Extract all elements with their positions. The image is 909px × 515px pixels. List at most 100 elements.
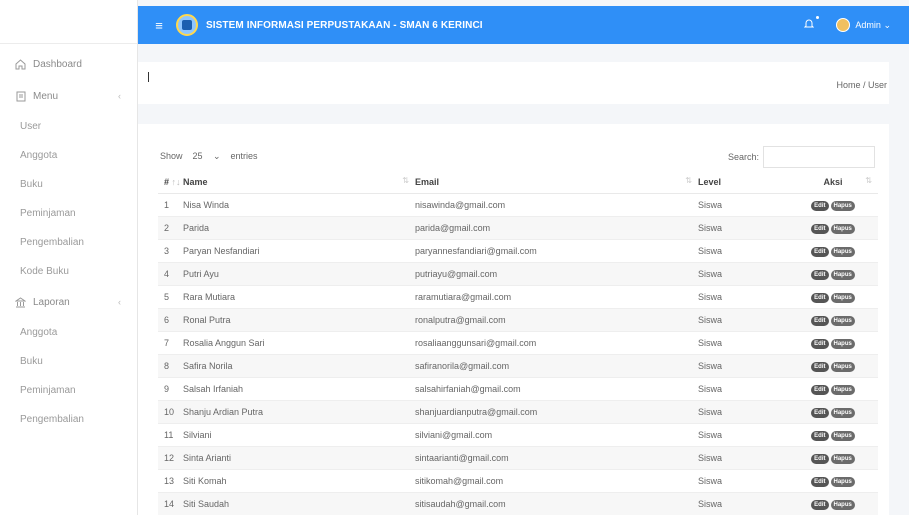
row-level: Siswa bbox=[698, 193, 788, 217]
table-row: 3 Paryan Nesfandiari paryannesfandiari@gma… bbox=[158, 239, 878, 263]
table-row: 14 Siti Saudah sitisaudah@gmail.com Siswa Ed… bbox=[158, 492, 878, 515]
row-name: Sinta Arianti bbox=[183, 446, 415, 470]
sidebar-subitem-kode-buku[interactable]: Kode Buku bbox=[0, 257, 137, 286]
edit-button[interactable]: Edit bbox=[811, 476, 829, 487]
chevron-down-icon: ⌄ bbox=[883, 19, 891, 30]
sidebar-item-label: Dashboard bbox=[33, 58, 82, 70]
table-row: 10 Shanju Ardian Putra shanjuardianputra@g… bbox=[158, 400, 878, 424]
row-actions: Edit Hapus bbox=[788, 354, 878, 378]
entries-select[interactable]: 25 ⌄ bbox=[189, 148, 225, 164]
column-header-level[interactable]: Level bbox=[698, 171, 788, 194]
delete-button[interactable]: Hapus bbox=[830, 223, 855, 234]
row-email: parida@gmail.com bbox=[415, 216, 698, 240]
sidebar-subitem-pengembalian[interactable]: Pengembalian bbox=[0, 228, 137, 257]
sidebar-subitem-laporan-buku[interactable]: Buku bbox=[0, 347, 137, 376]
delete-button[interactable]: Hapus bbox=[830, 269, 855, 280]
sidebar-item-label: Menu bbox=[33, 90, 59, 102]
edit-button[interactable]: Edit bbox=[811, 315, 829, 326]
sidebar-item-dashboard[interactable]: Dashboard bbox=[0, 48, 137, 80]
row-number: 1 bbox=[158, 193, 183, 217]
edit-button[interactable]: Edit bbox=[811, 407, 829, 418]
sidebar-item-menu[interactable]: Menu ‹ bbox=[0, 80, 137, 112]
column-header-aksi[interactable]: Aksi ⇅ bbox=[788, 171, 878, 194]
delete-button[interactable]: Hapus bbox=[830, 292, 855, 303]
sort-icon: ⇅ bbox=[685, 176, 692, 185]
sidebar-subitem-laporan-pengembalian[interactable]: Pengembalian bbox=[0, 405, 137, 434]
column-header-email[interactable]: Email ⇅ bbox=[415, 171, 698, 194]
text-cursor bbox=[148, 72, 149, 82]
delete-button[interactable]: Hapus bbox=[830, 200, 855, 211]
row-number: 3 bbox=[158, 239, 183, 263]
user-menu[interactable]: Admin ⌄ bbox=[855, 20, 891, 31]
row-actions: Edit Hapus bbox=[788, 377, 878, 401]
edit-button[interactable]: Edit bbox=[811, 292, 829, 303]
row-email: rosaliaanggunsari@gmail.com bbox=[415, 331, 698, 355]
sidebar-brand bbox=[0, 0, 137, 44]
delete-button[interactable]: Hapus bbox=[830, 338, 855, 349]
row-name: Nisa Winda bbox=[183, 193, 415, 217]
sidebar-subitem-peminjaman[interactable]: Peminjaman bbox=[0, 199, 137, 228]
sidebar-subitem-buku[interactable]: Buku bbox=[0, 170, 137, 199]
delete-button[interactable]: Hapus bbox=[830, 384, 855, 395]
row-level: Siswa bbox=[698, 216, 788, 240]
table-row: 11 Silviani silviani@gmail.com Siswa Edit Hap… bbox=[158, 423, 878, 447]
table-header-row: # ↑↓ Name ⇅ Email ⇅ Level Aksi ⇅ bbox=[158, 171, 878, 194]
sidebar-item-laporan[interactable]: Laporan ‹ bbox=[0, 286, 137, 318]
row-email: sitikomah@gmail.com bbox=[415, 469, 698, 493]
row-number: 6 bbox=[158, 308, 183, 332]
delete-button[interactable]: Hapus bbox=[830, 453, 855, 464]
edit-button[interactable]: Edit bbox=[811, 246, 829, 257]
sidebar-subitem-laporan-anggota[interactable]: Anggota bbox=[0, 318, 137, 347]
user-name: Admin bbox=[855, 19, 881, 30]
column-header-name[interactable]: Name ⇅ bbox=[183, 171, 415, 194]
breadcrumb[interactable]: Home / User bbox=[836, 80, 887, 90]
edit-button[interactable]: Edit bbox=[811, 338, 829, 349]
row-number: 13 bbox=[158, 469, 183, 493]
row-actions: Edit Hapus bbox=[788, 262, 878, 286]
table-row: 9 Salsah Irfaniah salsahirfaniah@gmail.com… bbox=[158, 377, 878, 401]
delete-button[interactable]: Hapus bbox=[830, 407, 855, 418]
search-input[interactable] bbox=[763, 146, 875, 168]
sidebar-item-label: Laporan bbox=[33, 296, 70, 308]
edit-button[interactable]: Edit bbox=[811, 384, 829, 395]
row-actions: Edit Hapus bbox=[788, 193, 878, 217]
row-name: Ronal Putra bbox=[183, 308, 415, 332]
hamburger-icon[interactable]: ≡ bbox=[148, 18, 170, 33]
delete-button[interactable]: Hapus bbox=[830, 476, 855, 487]
sidebar-subitem-laporan-peminjaman[interactable]: Peminjaman bbox=[0, 376, 137, 405]
home-icon bbox=[14, 58, 27, 71]
row-actions: Edit Hapus bbox=[788, 285, 878, 309]
row-actions: Edit Hapus bbox=[788, 216, 878, 240]
column-header-number[interactable]: # ↑↓ bbox=[158, 171, 183, 194]
sort-icon: ⇅ bbox=[865, 176, 872, 185]
sidebar-subitem-user[interactable]: User bbox=[0, 112, 137, 141]
edit-button[interactable]: Edit bbox=[811, 499, 829, 510]
row-number: 9 bbox=[158, 377, 183, 401]
edit-button[interactable]: Edit bbox=[811, 200, 829, 211]
edit-button[interactable]: Edit bbox=[811, 269, 829, 280]
delete-button[interactable]: Hapus bbox=[830, 430, 855, 441]
bell-icon[interactable] bbox=[804, 16, 820, 32]
chevron-left-icon: ‹ bbox=[118, 91, 121, 101]
row-level: Siswa bbox=[698, 423, 788, 447]
edit-button[interactable]: Edit bbox=[811, 430, 829, 441]
edit-button[interactable]: Edit bbox=[811, 223, 829, 234]
row-name: Siti Komah bbox=[183, 469, 415, 493]
top-navbar: ≡ SISTEM INFORMASI PERPUSTAKAAN - SMAN 6… bbox=[138, 6, 909, 44]
edit-button[interactable]: Edit bbox=[811, 453, 829, 464]
row-number: 14 bbox=[158, 492, 183, 515]
row-name: Silviani bbox=[183, 423, 415, 447]
sidebar-subitem-anggota[interactable]: Anggota bbox=[0, 141, 137, 170]
row-name: Siti Saudah bbox=[183, 492, 415, 515]
bank-icon bbox=[14, 296, 27, 309]
row-email: shanjuardianputra@gmail.com bbox=[415, 400, 698, 424]
delete-button[interactable]: Hapus bbox=[830, 315, 855, 326]
delete-button[interactable]: Hapus bbox=[830, 499, 855, 510]
table-row: 1 Nisa Winda nisawinda@gmail.com Siswa Edit H… bbox=[158, 193, 878, 217]
row-level: Siswa bbox=[698, 239, 788, 263]
row-number: 2 bbox=[158, 216, 183, 240]
delete-button[interactable]: Hapus bbox=[830, 361, 855, 372]
avatar[interactable] bbox=[836, 18, 851, 32]
edit-button[interactable]: Edit bbox=[811, 361, 829, 372]
delete-button[interactable]: Hapus bbox=[830, 246, 855, 257]
